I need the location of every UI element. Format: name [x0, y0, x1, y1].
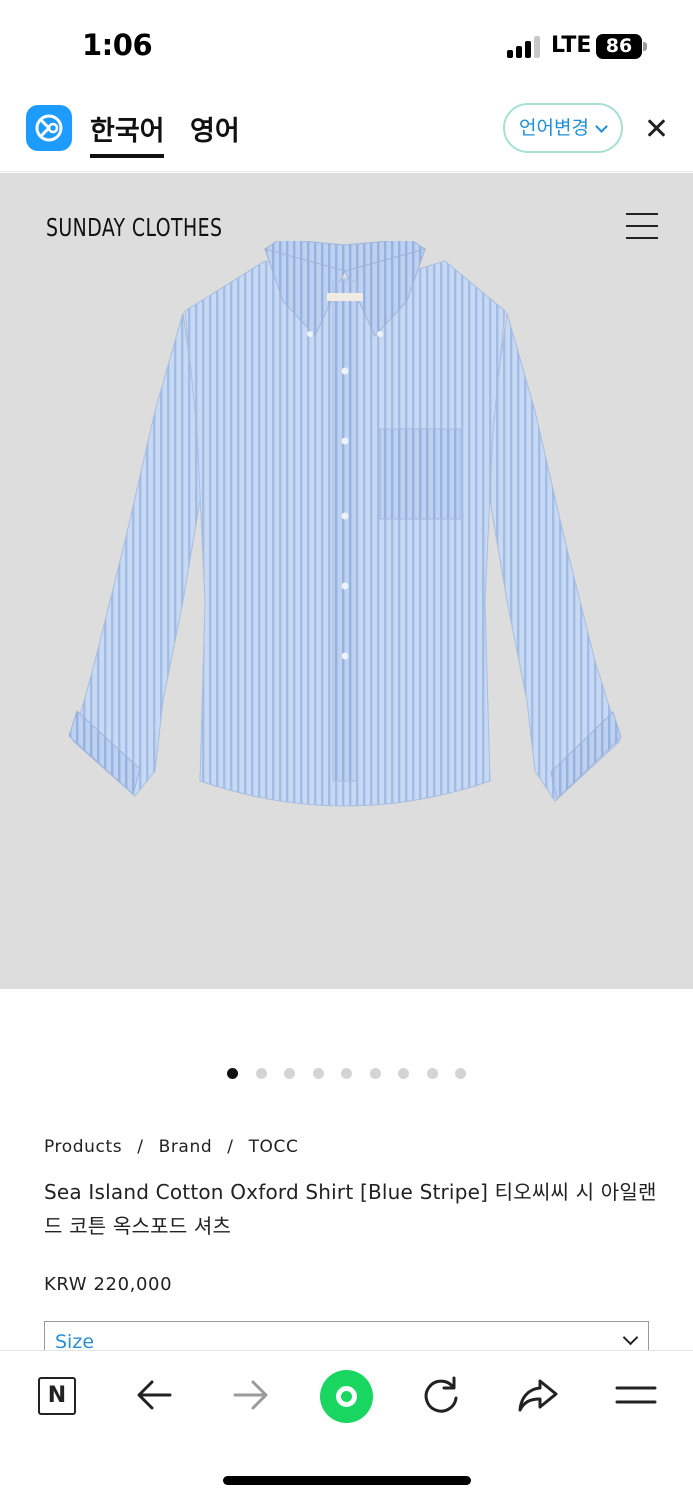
green-home-button[interactable] [320, 1370, 373, 1423]
tab-korean-underline [90, 154, 164, 158]
breadcrumb-separator: / [227, 1137, 234, 1157]
hamburger-menu-icon[interactable] [626, 211, 658, 241]
shirt-image [68, 241, 622, 807]
status-time: 1:06 [82, 28, 153, 62]
breadcrumb: Products / Brand / TOCC [44, 1137, 298, 1157]
battery-icon: 86 [596, 34, 642, 59]
back-arrow-icon[interactable] [132, 1373, 176, 1417]
carousel-dot[interactable] [312, 1068, 324, 1079]
carousel-dot[interactable] [284, 1068, 295, 1079]
menu-icon[interactable] [614, 1373, 658, 1417]
breadcrumb-tocc[interactable]: TOCC [249, 1137, 299, 1157]
battery-tip [643, 42, 647, 51]
signal-icon [507, 36, 543, 58]
breadcrumb-separator: / [137, 1137, 144, 1157]
carousel-dot[interactable] [255, 1068, 267, 1079]
papago-logo-icon[interactable] [26, 105, 72, 151]
tab-english[interactable]: 영어 [190, 109, 240, 148]
change-language-button[interactable]: 언어변경 [503, 103, 623, 153]
share-icon[interactable] [516, 1373, 560, 1417]
carousel-dot[interactable] [227, 1068, 238, 1079]
carousel-dot[interactable] [341, 1068, 352, 1079]
breadcrumb-products[interactable]: Products [44, 1137, 122, 1157]
change-language-label: 언어변경 [519, 117, 589, 139]
product-title: Sea Island Cotton Oxford Shirt [Blue Str… [44, 1180, 657, 1238]
carousel-dot[interactable] [398, 1068, 409, 1079]
product-hero[interactable]: SUNDAY CLOTHES [0, 173, 693, 989]
home-indicator [223, 1476, 471, 1485]
translate-bar: 한국어 영어 언어변경 [0, 92, 693, 172]
status-bar: 1:06 LTE 86 [0, 0, 693, 92]
network-label: LTE [551, 33, 592, 58]
breadcrumb-brand[interactable]: Brand [159, 1137, 213, 1157]
carousel-dot[interactable] [369, 1068, 381, 1079]
carousel-dot[interactable] [455, 1068, 466, 1079]
carousel-dot[interactable] [426, 1068, 438, 1079]
naver-n-icon[interactable]: N [38, 1377, 76, 1415]
reload-icon[interactable] [419, 1373, 463, 1417]
brand-logo[interactable]: SUNDAY CLOTHES [46, 213, 222, 242]
chevron-down-icon [622, 1329, 639, 1346]
tab-korean[interactable]: 한국어 [90, 109, 165, 148]
product-price: KRW 220,000 [44, 1274, 173, 1295]
chevron-down-icon [595, 120, 608, 133]
close-icon[interactable] [641, 113, 671, 143]
forward-arrow-icon[interactable] [229, 1373, 273, 1417]
